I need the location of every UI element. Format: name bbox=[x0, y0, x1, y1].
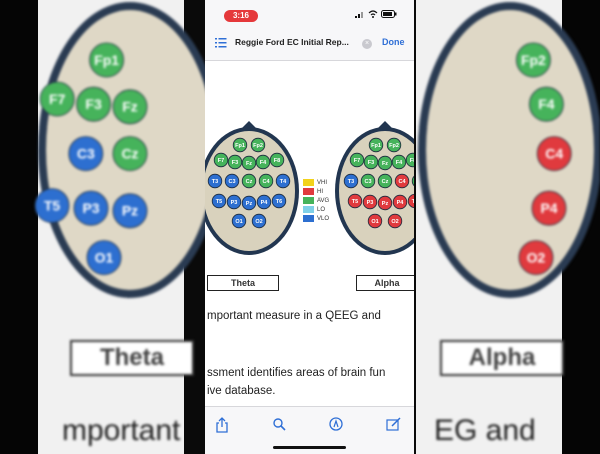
paragraph-line-3: ive database. bbox=[207, 385, 276, 397]
status-bar: 3:16 bbox=[205, 0, 414, 28]
document-title: Reggie Ford EC Initial Rep... bbox=[235, 37, 349, 47]
theta-electrode-label-fz: Fz bbox=[246, 161, 252, 167]
theta-electrode-label-f7: F7 bbox=[218, 158, 224, 164]
theta-electrode-label-f4: F4 bbox=[260, 160, 267, 166]
alpha-electrode-label-t6: T6 bbox=[412, 199, 414, 205]
theta-electrode-label-fp2: Fp2 bbox=[253, 143, 263, 149]
legend-label: LO bbox=[317, 206, 326, 213]
alpha-electrode-label-o1: O1 bbox=[371, 219, 378, 225]
legend-item: HI bbox=[303, 187, 329, 196]
bg-theta-electrode-label-c3: C3 bbox=[77, 146, 95, 162]
clear-title-button[interactable]: × bbox=[362, 39, 372, 49]
markup-icon[interactable] bbox=[329, 417, 343, 431]
alpha-electrode-label-cz: Cz bbox=[382, 179, 389, 185]
alpha-electrode-label-f3: F3 bbox=[368, 160, 374, 166]
document-content[interactable]: Fp1 Fp2 F7 F3 Fz F4 F8 T3 C3 Cz C4 T4 T5 P3 Pz P4 T6 O1 O2… bbox=[205, 61, 414, 433]
legend-label: HI bbox=[317, 188, 323, 195]
legend-item: VHI bbox=[303, 178, 329, 187]
legend-label: AVG bbox=[317, 197, 330, 204]
legend-item: LO bbox=[303, 205, 329, 214]
bg-alpha-electrode-label-f4: F4 bbox=[538, 96, 555, 112]
background-alpha-label: Alpha bbox=[440, 340, 564, 376]
alpha-electrode-label-pz: Pz bbox=[382, 201, 389, 207]
bg-alpha-electrode-label-o2: O2 bbox=[527, 250, 546, 266]
theta-electrode-label-o2: O2 bbox=[255, 219, 262, 225]
wifi-icon bbox=[368, 10, 378, 18]
alpha-electrode-label-fz: Fz bbox=[382, 161, 388, 167]
legend-swatch bbox=[303, 197, 314, 204]
power-legend: VHI HI AVG LO VLO bbox=[303, 178, 329, 223]
alpha-electrode-label-c3: C3 bbox=[364, 179, 371, 185]
background-theta-label: Theta bbox=[70, 340, 194, 376]
signal-icon bbox=[355, 12, 363, 18]
edit-icon[interactable] bbox=[386, 417, 402, 431]
theta-electrode-label-t3: T3 bbox=[212, 179, 218, 185]
theta-electrode-label-c3: C3 bbox=[228, 179, 235, 185]
alpha-electrode-label-fp1: Fp1 bbox=[371, 143, 381, 149]
bg-theta-electrode-label-p3: P3 bbox=[82, 200, 99, 216]
alpha-electrode-label-fp2: Fp2 bbox=[389, 143, 399, 149]
status-time: 3:16 bbox=[224, 10, 258, 22]
theta-electrode-label-t5: T5 bbox=[216, 199, 222, 205]
bg-theta-electrode-label-fp1: Fp1 bbox=[94, 52, 119, 68]
home-indicator bbox=[273, 446, 346, 449]
alpha-electrode-label-t5: T5 bbox=[352, 199, 358, 205]
theta-electrode-label-o1: O1 bbox=[235, 219, 242, 225]
paragraph-line-2: ssment identifies areas of brain fun bbox=[207, 367, 386, 379]
bg-theta-electrode-label-f3: F3 bbox=[85, 96, 102, 112]
alpha-label: Alpha bbox=[356, 275, 414, 291]
alpha-electrode-label-c4: C4 bbox=[398, 179, 406, 185]
background-text-right: EG and bbox=[434, 414, 536, 447]
document-nav-bar: Reggie Ford EC Initial Rep... × Done bbox=[205, 28, 414, 61]
theta-electrode-label-t6: T6 bbox=[276, 199, 282, 205]
alpha-electrode-label-p3: P3 bbox=[367, 200, 374, 206]
bg-theta-electrode-label-o1: O1 bbox=[95, 250, 114, 266]
legend-swatch bbox=[303, 179, 314, 186]
search-icon[interactable] bbox=[272, 417, 286, 431]
list-icon[interactable] bbox=[215, 37, 227, 48]
bg-alpha-electrode-label-c4: C4 bbox=[545, 146, 563, 162]
legend-swatch bbox=[303, 188, 314, 195]
theta-electrode-label-p4: P4 bbox=[261, 200, 269, 206]
alpha-electrode-label-f8: F8 bbox=[410, 158, 414, 164]
bg-theta-electrode-label-pz: Pz bbox=[122, 203, 138, 219]
theta-electrode-label-t4: T4 bbox=[280, 179, 287, 185]
alpha-electrode-label-t3: T3 bbox=[348, 179, 354, 185]
alpha-electrode-label-o2: O2 bbox=[391, 219, 398, 225]
legend-label: VHI bbox=[317, 179, 328, 186]
theta-electrode-label-fp1: Fp1 bbox=[235, 143, 245, 149]
qeeg-head-maps: Fp1 Fp2 F7 F3 Fz F4 F8 T3 C3 Cz C4 T4 T5 P3 Pz P4 T6 O1 O2… bbox=[205, 121, 414, 255]
phone-screen: 3:16 Reggie Ford EC Initial Rep... × Don… bbox=[205, 0, 414, 454]
alpha-electrode-label-f4: F4 bbox=[396, 160, 403, 166]
share-icon[interactable] bbox=[215, 417, 229, 433]
theta-electrode-label-f8: F8 bbox=[274, 158, 280, 164]
legend-label: VLO bbox=[317, 215, 330, 222]
bg-theta-electrode-label-t5: T5 bbox=[44, 198, 61, 214]
background-text-left: mportant bbox=[62, 414, 181, 447]
alpha-electrode-label-p4: P4 bbox=[397, 200, 405, 206]
bg-theta-electrode-label-f7: F7 bbox=[49, 91, 66, 107]
legend-item: AVG bbox=[303, 196, 329, 205]
done-button[interactable]: Done bbox=[382, 37, 405, 47]
battery-icon bbox=[381, 10, 397, 18]
status-icons bbox=[355, 10, 397, 18]
bg-theta-electrode-label-fz: Fz bbox=[122, 99, 138, 115]
bg-alpha-electrode-label-fp2: Fp2 bbox=[521, 52, 546, 68]
paragraph-line-1: mportant measure in a QEEG and bbox=[207, 310, 381, 322]
legend-item: VLO bbox=[303, 214, 329, 223]
theta-electrode-label-f3: F3 bbox=[232, 160, 238, 166]
alpha-electrode-label-f7: F7 bbox=[354, 158, 360, 164]
theta-label: Theta bbox=[207, 275, 279, 291]
bg-theta-electrode-label-cz: Cz bbox=[121, 146, 138, 162]
theta-electrode-label-c4: C4 bbox=[262, 179, 270, 185]
theta-electrode-label-pz: Pz bbox=[246, 201, 253, 207]
theta-electrode-label-p3: P3 bbox=[231, 200, 238, 206]
bg-alpha-electrode-label-p4: P4 bbox=[540, 200, 557, 216]
legend-swatch bbox=[303, 215, 314, 222]
legend-swatch bbox=[303, 206, 314, 213]
theta-electrode-label-cz: Cz bbox=[246, 179, 253, 185]
